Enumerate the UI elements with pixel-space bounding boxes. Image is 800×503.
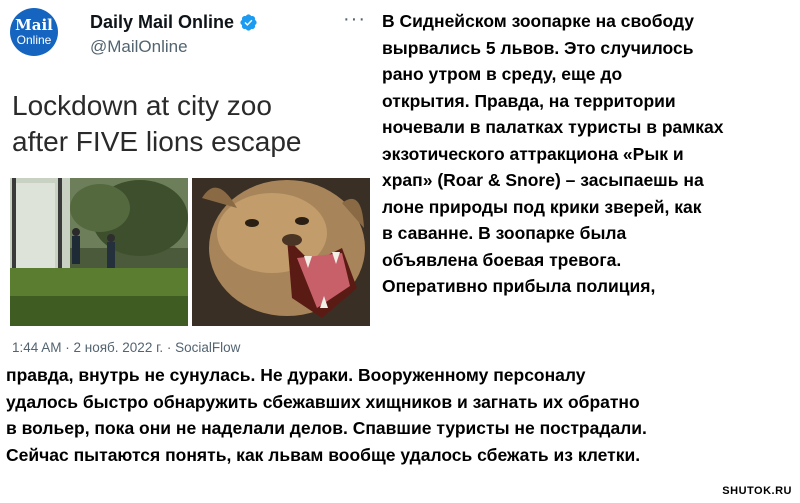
text-line: в саванне. В зоопарке была [382,223,627,243]
tweet-author: Daily Mail Online @MailOnline [90,12,258,57]
author-handle[interactable]: @MailOnline [90,37,258,57]
article-text-right: В Сиднейском зоопарке на свободу вырвалис… [382,8,794,300]
tweet-card: Mail Online Daily Mail Online @MailOnlin… [0,0,370,362]
text-line: экзотического аттракциона «Рык и [382,143,684,164]
lioness-roaring-photo[interactable] [192,178,370,326]
author-name-row: Daily Mail Online [90,12,258,33]
author-name[interactable]: Daily Mail Online [90,12,234,33]
headline-line: after FIVE lions escape [12,126,302,157]
text-line: Оперативно прибыла полиция, [382,276,656,296]
text-line: лоне природы под крики зверей, как [382,196,702,217]
text-line: В Сиднейском зоопарке на свободу [382,11,695,31]
zoo-photo[interactable] [10,178,188,326]
article-text-bottom: правда, внутрь не сунулась. Не дураки. В… [6,362,798,468]
site-watermark: SHUTOK.RU [722,485,792,497]
mailonline-avatar[interactable]: Mail Online [10,8,58,56]
headline-line: Lockdown at city zoo [12,90,272,121]
text-line: открытия. Правда, на территории [382,90,676,111]
verified-badge-icon [240,14,257,31]
text-line: объявлена боевая тревога. [382,249,622,270]
text-line: в вольер, пока они не наделали делов. Сп… [6,418,647,438]
text-line: Сейчас пытаются понять, как львам вообще… [6,444,641,465]
text-line: рано утром в среду, еще до [382,64,623,84]
text-line: ночевали в палатках туристы в рамках [382,117,724,137]
tweet-meta: 1:44 AM · 2 нояб. 2022 г. · SocialFlow [12,340,241,355]
avatar-text-online: Online [16,33,52,47]
avatar-text-mail: Mail [15,16,53,34]
text-line: вырвались 5 львов. Это случилось [382,37,694,58]
text-line: храп» (Roar & Snore) – засыпаешь на [382,170,704,190]
text-line: правда, внутрь не сунулась. Не дураки. В… [6,365,586,385]
text-line: удалось быстро обнаружить сбежавших хищн… [6,391,640,412]
tweet-headline: Lockdown at city zoo after FIVE lions es… [12,88,367,160]
more-options-icon[interactable]: ··· [343,8,366,31]
